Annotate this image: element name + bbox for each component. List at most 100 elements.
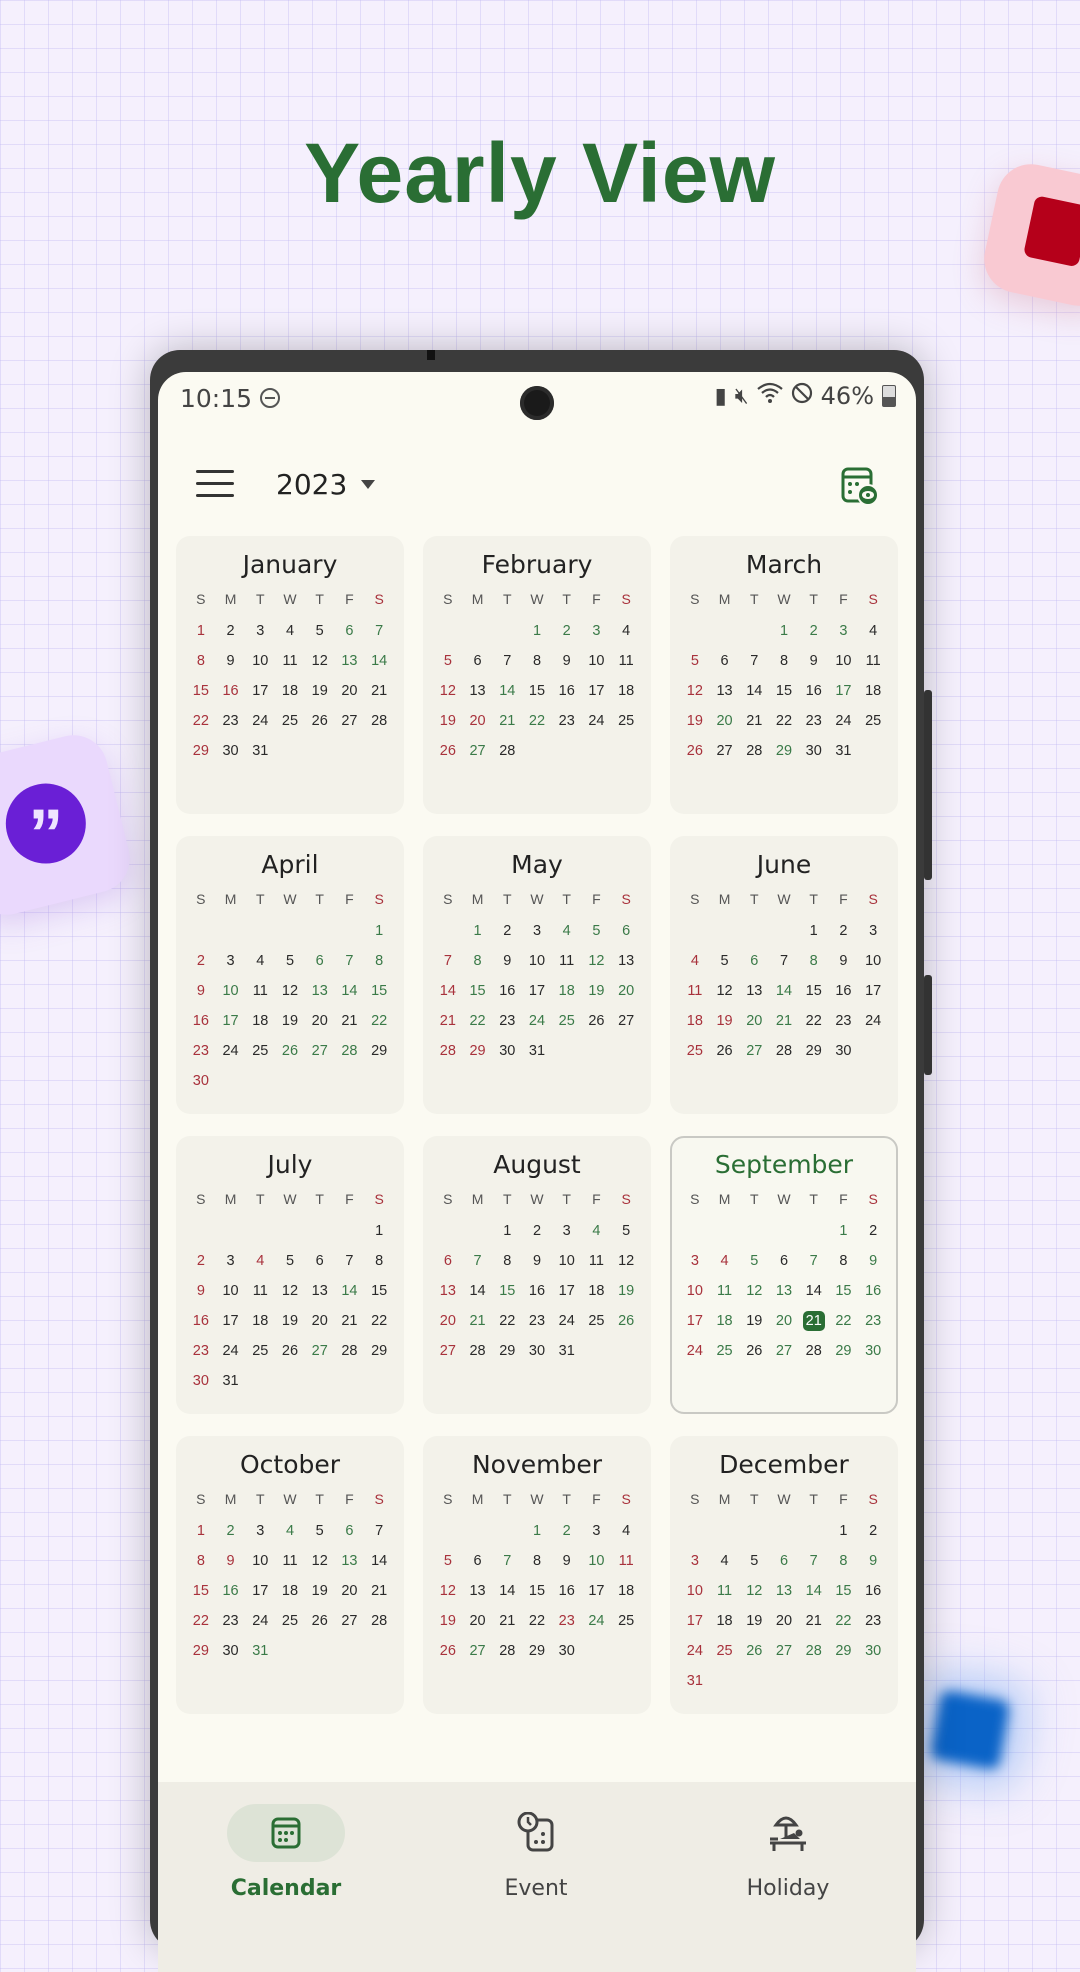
day-cell[interactable]: 27 [433,1336,463,1366]
day-cell[interactable]: 22 [829,1306,859,1336]
day-cell[interactable]: 23 [552,1606,582,1636]
day-cell[interactable]: 3 [582,616,612,646]
day-cell[interactable]: 19 [710,1006,740,1036]
day-cell[interactable]: 15 [799,976,829,1006]
day-cell[interactable]: 17 [582,676,612,706]
day-cell[interactable]: 19 [275,1306,305,1336]
day-cell[interactable]: 18 [275,1576,305,1606]
day-cell[interactable]: 23 [216,1606,246,1636]
day-cell[interactable]: 3 [858,916,888,946]
day-cell[interactable]: 8 [799,946,829,976]
day-cell[interactable]: 6 [463,646,493,676]
hamburger-menu-icon[interactable] [196,470,234,500]
day-cell[interactable]: 9 [216,1546,246,1576]
day-cell[interactable]: 22 [364,1306,394,1336]
day-cell[interactable]: 9 [186,1276,216,1306]
nav-item-calendar[interactable]: Calendar [186,1782,386,1932]
day-cell[interactable]: 15 [463,976,493,1006]
day-cell[interactable]: 20 [739,1006,769,1036]
day-cell[interactable]: 3 [582,1516,612,1546]
day-cell[interactable]: 11 [710,1576,740,1606]
day-cell[interactable]: 15 [829,1276,859,1306]
day-cell[interactable]: 13 [463,676,493,706]
day-cell[interactable]: 15 [364,976,394,1006]
day-cell[interactable]: 30 [829,1036,859,1066]
day-cell[interactable]: 12 [680,676,710,706]
day-cell[interactable]: 11 [710,1276,740,1306]
day-cell[interactable]: 9 [829,946,859,976]
day-cell[interactable]: 5 [275,946,305,976]
day-cell[interactable]: 21 [769,1006,799,1036]
day-cell[interactable]: 7 [364,1516,394,1546]
day-cell[interactable]: 11 [858,646,888,676]
day-cell[interactable]: 10 [582,1546,612,1576]
day-cell[interactable]: 10 [522,946,552,976]
day-cell[interactable]: 16 [829,976,859,1006]
day-cell[interactable]: 9 [492,946,522,976]
day-cell[interactable]: 2 [858,1216,888,1246]
day-cell[interactable]: 22 [522,706,552,736]
day-cell[interactable]: 15 [769,676,799,706]
day-cell[interactable]: 18 [710,1306,740,1336]
day-cell[interactable]: 3 [829,616,859,646]
day-cell[interactable]: 2 [522,1216,552,1246]
day-cell[interactable]: 18 [611,1576,641,1606]
day-cell[interactable]: 3 [216,1246,246,1276]
day-cell[interactable]: 17 [680,1606,710,1636]
day-cell[interactable]: 22 [769,706,799,736]
day-cell[interactable]: 15 [186,1576,216,1606]
day-cell[interactable]: 14 [335,976,365,1006]
day-cell[interactable]: 23 [186,1336,216,1366]
day-cell[interactable]: 11 [680,976,710,1006]
day-cell[interactable]: 5 [433,646,463,676]
day-cell[interactable]: 10 [582,646,612,676]
day-cell[interactable]: 13 [463,1576,493,1606]
day-cell[interactable]: 22 [829,1606,859,1636]
day-cell[interactable]: 20 [335,1576,365,1606]
day-cell[interactable]: 9 [552,1546,582,1576]
day-cell[interactable]: 17 [216,1006,246,1036]
day-cell[interactable]: 21 [364,1576,394,1606]
day-cell[interactable]: 17 [245,676,275,706]
day-cell[interactable]: 5 [710,946,740,976]
day-cell[interactable]: 14 [799,1276,829,1306]
day-cell[interactable]: 16 [858,1276,888,1306]
day-cell[interactable]: 8 [463,946,493,976]
day-cell[interactable]: 31 [216,1366,246,1396]
day-cell[interactable]: 16 [522,1276,552,1306]
day-cell[interactable]: 11 [582,1246,612,1276]
day-cell[interactable]: 12 [275,1276,305,1306]
day-cell[interactable]: 12 [739,1576,769,1606]
day-cell[interactable]: 16 [492,976,522,1006]
day-cell[interactable]: 30 [216,736,246,766]
day-cell[interactable]: 26 [275,1036,305,1066]
day-cell[interactable]: 7 [492,646,522,676]
day-cell[interactable]: 30 [858,1336,888,1366]
day-cell[interactable]: 1 [364,1216,394,1246]
day-cell[interactable]: 10 [552,1246,582,1276]
day-cell[interactable]: 9 [858,1246,888,1276]
day-cell[interactable]: 4 [680,946,710,976]
day-cell[interactable]: 23 [186,1036,216,1066]
day-cell[interactable]: 17 [216,1306,246,1336]
day-cell[interactable]: 18 [275,676,305,706]
day-cell[interactable]: 25 [611,1606,641,1636]
day-cell[interactable]: 13 [710,676,740,706]
day-cell[interactable]: 8 [492,1246,522,1276]
day-cell[interactable]: 4 [552,916,582,946]
day-cell[interactable]: 31 [829,736,859,766]
day-cell[interactable]: 11 [245,976,275,1006]
day-cell[interactable]: 16 [186,1006,216,1036]
day-cell[interactable]: 31 [680,1666,710,1696]
day-cell[interactable]: 8 [364,946,394,976]
day-cell[interactable]: 26 [611,1306,641,1336]
day-cell[interactable]: 20 [769,1306,799,1336]
day-cell[interactable]: 19 [433,706,463,736]
day-cell[interactable]: 2 [186,946,216,976]
day-cell[interactable]: 16 [799,676,829,706]
day-cell[interactable]: 11 [245,1276,275,1306]
day-cell[interactable]: 12 [611,1246,641,1276]
day-cell[interactable]: 29 [186,1636,216,1666]
day-cell[interactable]: 6 [305,1246,335,1276]
day-cell[interactable]: 29 [186,736,216,766]
